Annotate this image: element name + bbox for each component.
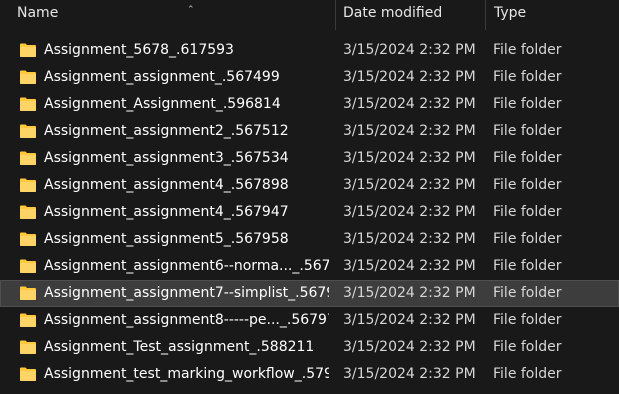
folder-icon	[20, 339, 36, 354]
file-row[interactable]: Assignment_assignment6--norma..._.5679..…	[0, 253, 619, 280]
folder-icon	[20, 285, 36, 300]
file-row[interactable]: Assignment_assignment5_.567958 3/15/2024 …	[0, 226, 619, 253]
date-modified: 3/15/2024 2:32 PM	[343, 69, 476, 85]
file-name: Assignment_test_marking_workflow_.579...	[44, 366, 329, 382]
file-type: File folder	[493, 312, 562, 328]
file-explorer-list: Name ⌃ Date modified Type Assignment_567…	[0, 0, 619, 394]
file-name: Assignment_assignment4_.567898	[44, 177, 289, 193]
file-type: File folder	[493, 96, 562, 112]
folder-icon	[20, 204, 36, 219]
file-type: File folder	[493, 42, 562, 58]
column-header-date-modified[interactable]: Date modified	[343, 0, 484, 30]
file-row[interactable]: Assignment_assignment3_.567534 3/15/2024 …	[0, 145, 619, 172]
file-name: Assignment_Assignment_.596814	[44, 96, 281, 112]
file-name: Assignment_assignment8-----pe..._.567975	[44, 312, 329, 328]
file-name: Assignment_assignment4_.567947	[44, 204, 289, 220]
folder-icon	[20, 312, 36, 327]
column-header-name[interactable]: Name ⌃	[17, 0, 335, 30]
date-modified: 3/15/2024 2:32 PM	[343, 96, 476, 112]
file-list: Assignment_5678_.617593 3/15/2024 2:32 PM…	[0, 37, 619, 388]
folder-icon	[20, 177, 36, 192]
folder-icon	[20, 150, 36, 165]
file-name: Assignment_assignment_.567499	[44, 69, 280, 85]
file-name: Assignment_assignment5_.567958	[44, 231, 289, 247]
date-modified: 3/15/2024 2:32 PM	[343, 231, 476, 247]
folder-icon	[20, 231, 36, 246]
file-row[interactable]: Assignment_assignment7--simplist_.5679..…	[0, 280, 619, 307]
file-type: File folder	[493, 285, 562, 301]
file-name: Assignment_Test_assignment_.588211	[44, 339, 315, 355]
file-row[interactable]: Assignment_assignment8-----pe..._.567975…	[0, 307, 619, 334]
date-modified: 3/15/2024 2:32 PM	[343, 150, 476, 166]
folder-icon	[20, 42, 36, 57]
date-modified: 3/15/2024 2:32 PM	[343, 366, 476, 382]
file-type: File folder	[493, 258, 562, 274]
date-modified: 3/15/2024 2:32 PM	[343, 123, 476, 139]
file-row[interactable]: Assignment_assignment4_.567898 3/15/2024 …	[0, 172, 619, 199]
file-name: Assignment_assignment7--simplist_.5679..…	[44, 285, 329, 301]
file-type: File folder	[493, 69, 562, 85]
column-header-type-label: Type	[494, 5, 527, 21]
folder-icon	[20, 258, 36, 273]
column-header-bar: Name ⌃ Date modified Type	[0, 0, 619, 30]
file-name: Assignment_assignment2_.567512	[44, 123, 289, 139]
file-row[interactable]: Assignment_assignment_.567499 3/15/2024 2…	[0, 64, 619, 91]
file-name: Assignment_5678_.617593	[44, 42, 234, 58]
file-type: File folder	[493, 339, 562, 355]
date-modified: 3/15/2024 2:32 PM	[343, 42, 476, 58]
file-type: File folder	[493, 231, 562, 247]
file-row[interactable]: Assignment_Assignment_.596814 3/15/2024 2…	[0, 91, 619, 118]
folder-icon	[20, 366, 36, 381]
column-header-type[interactable]: Type	[494, 0, 619, 30]
date-modified: 3/15/2024 2:32 PM	[343, 312, 476, 328]
folder-icon	[20, 96, 36, 111]
file-row[interactable]: Assignment_assignment2_.567512 3/15/2024 …	[0, 118, 619, 145]
column-header-date-label: Date modified	[343, 5, 443, 21]
date-modified: 3/15/2024 2:32 PM	[343, 339, 476, 355]
file-type: File folder	[493, 123, 562, 139]
sort-ascending-icon: ⌃	[187, 5, 195, 15]
date-modified: 3/15/2024 2:32 PM	[343, 177, 476, 193]
file-name: Assignment_assignment6--norma..._.5679..…	[44, 258, 329, 274]
file-type: File folder	[493, 150, 562, 166]
file-row[interactable]: Assignment_test_marking_workflow_.579...…	[0, 361, 619, 388]
file-row[interactable]: Assignment_5678_.617593 3/15/2024 2:32 PM…	[0, 37, 619, 64]
date-modified: 3/15/2024 2:32 PM	[343, 285, 476, 301]
column-divider-date[interactable]	[485, 0, 486, 30]
file-type: File folder	[493, 366, 562, 382]
file-type: File folder	[493, 177, 562, 193]
column-divider-name[interactable]	[335, 0, 336, 30]
file-row[interactable]: Assignment_Test_assignment_.588211 3/15/2…	[0, 334, 619, 361]
date-modified: 3/15/2024 2:32 PM	[343, 258, 476, 274]
folder-icon	[20, 69, 36, 84]
file-row[interactable]: Assignment_assignment4_.567947 3/15/2024 …	[0, 199, 619, 226]
file-name: Assignment_assignment3_.567534	[44, 150, 289, 166]
folder-icon	[20, 123, 36, 138]
column-header-name-label: Name	[17, 5, 59, 21]
file-type: File folder	[493, 204, 562, 220]
date-modified: 3/15/2024 2:32 PM	[343, 204, 476, 220]
